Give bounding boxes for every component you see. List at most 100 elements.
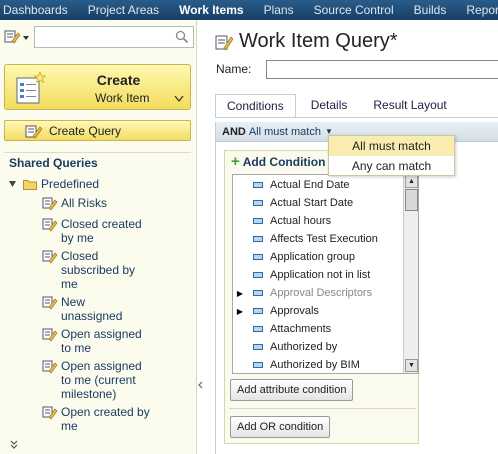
attribute-item[interactable]: Affects Test Execution bbox=[233, 230, 403, 248]
dropdown-option-any-can-match[interactable]: Any can match bbox=[329, 156, 454, 176]
query-label: Closed subscribed by me bbox=[61, 249, 136, 291]
attribute-icon bbox=[253, 344, 263, 350]
add-condition-label: Add Condition bbox=[242, 155, 326, 169]
attribute-label: Application group bbox=[270, 251, 356, 263]
collapse-sidebar-icon[interactable] bbox=[197, 378, 205, 392]
name-label: Name: bbox=[216, 62, 252, 76]
scrollbar[interactable]: ▲ ▼ bbox=[403, 175, 418, 373]
attribute-item[interactable]: Attachments bbox=[233, 320, 403, 338]
sidebar: Create Work Item Create Query Shared Que… bbox=[0, 20, 197, 454]
search-input[interactable] bbox=[34, 26, 194, 48]
attribute-item[interactable]: Actual Start Date bbox=[233, 194, 403, 212]
attribute-list[interactable]: ▲ ▼ Actual End Date Actual Start Date Actu… bbox=[232, 174, 419, 374]
shared-queries-heading: Shared Queries bbox=[9, 156, 98, 170]
nav-plans[interactable]: Plans bbox=[264, 3, 302, 17]
divider bbox=[4, 152, 191, 153]
attribute-item[interactable]: Actual hours bbox=[233, 212, 403, 230]
attribute-icon bbox=[253, 290, 263, 296]
attribute-icon bbox=[253, 272, 263, 278]
query-icon bbox=[42, 406, 58, 420]
create-title: Create bbox=[96, 72, 141, 88]
attribute-item[interactable]: ▶ Approvals bbox=[233, 302, 403, 320]
scroll-thumb[interactable] bbox=[405, 189, 418, 211]
query-label: Open assigned to me bbox=[61, 327, 142, 355]
attribute-item[interactable]: Authorized by bbox=[233, 338, 403, 356]
tab-conditions[interactable]: Conditions bbox=[215, 94, 296, 118]
page-title: Work Item Query* bbox=[239, 30, 398, 52]
nav-work-items[interactable]: Work Items bbox=[179, 3, 251, 17]
attribute-item[interactable]: Application not in list bbox=[233, 266, 403, 284]
add-attribute-condition-button[interactable]: Add attribute condition bbox=[230, 379, 354, 401]
attribute-label: Actual hours bbox=[270, 215, 332, 227]
search-icon[interactable] bbox=[175, 30, 189, 44]
attribute-label: Affects Test Execution bbox=[270, 233, 378, 245]
chevron-down-icon[interactable] bbox=[174, 95, 184, 103]
attribute-item[interactable]: Application group bbox=[233, 248, 403, 266]
page-title-row: Work Item Query* bbox=[215, 30, 398, 53]
tree-root-predefined[interactable]: Predefined bbox=[9, 177, 99, 191]
attribute-icon bbox=[253, 200, 263, 206]
query-item[interactable]: Open created by me bbox=[42, 405, 156, 433]
folder-icon bbox=[23, 179, 37, 190]
nav-reports[interactable]: Reports bbox=[466, 3, 498, 17]
nav-dashboards[interactable]: Dashboards bbox=[3, 3, 76, 17]
expand-arrow-icon[interactable]: ▶ bbox=[233, 289, 247, 298]
query-icon bbox=[42, 197, 58, 211]
attribute-label: Application not in list bbox=[270, 269, 371, 281]
condition-editor: + Add Condition ▲ ▼ Actual End Date Actua… bbox=[224, 150, 419, 444]
plus-icon: + bbox=[231, 153, 240, 170]
attribute-icon bbox=[253, 308, 263, 314]
chevron-down-icon bbox=[23, 36, 29, 40]
expand-arrow-icon[interactable]: ▶ bbox=[233, 307, 247, 316]
attribute-item[interactable]: ▶ Approval Descriptors bbox=[233, 284, 403, 302]
attribute-label: Actual Start Date bbox=[270, 197, 354, 209]
search-scope-menu[interactable] bbox=[4, 28, 32, 46]
query-label: Open assigned to me (current milestone) bbox=[61, 359, 142, 401]
attribute-label: Approval Descriptors bbox=[270, 287, 373, 299]
nav-project-areas[interactable]: Project Areas bbox=[88, 3, 167, 17]
attribute-label: Actual End Date bbox=[270, 179, 350, 191]
attribute-label: Approvals bbox=[270, 305, 319, 317]
query-item[interactable]: All Risks bbox=[42, 196, 181, 211]
dropdown-option-all-must-match[interactable]: All must match bbox=[329, 136, 454, 156]
add-or-condition-button[interactable]: Add OR condition bbox=[230, 416, 331, 438]
tab-details[interactable]: Details bbox=[300, 94, 359, 118]
query-item[interactable]: Closed subscribed by me bbox=[42, 249, 143, 291]
name-field[interactable] bbox=[266, 60, 498, 79]
create-subtitle: Work Item bbox=[95, 91, 150, 105]
query-label: Closed created by me bbox=[61, 217, 142, 245]
create-work-item-button[interactable]: Create Work Item bbox=[4, 64, 191, 110]
match-mode-selector[interactable]: All must match bbox=[249, 126, 321, 138]
tab-bar: Conditions Details Result Layout bbox=[215, 94, 462, 118]
query-icon bbox=[42, 218, 58, 232]
nav-source-control[interactable]: Source Control bbox=[314, 3, 402, 17]
scroll-down-button[interactable]: ▼ bbox=[405, 359, 418, 372]
attribute-item[interactable]: Authorized by BIM bbox=[233, 356, 403, 373]
query-item[interactable]: New unassigned bbox=[42, 295, 131, 323]
query-item[interactable]: Open assigned to me (current milestone) bbox=[42, 359, 151, 401]
attribute-icon bbox=[253, 182, 263, 188]
attribute-label: Authorized by bbox=[270, 341, 338, 353]
nav-builds[interactable]: Builds bbox=[414, 3, 455, 17]
expand-more-icon[interactable] bbox=[9, 440, 19, 450]
query-icon bbox=[25, 125, 43, 138]
attribute-icon bbox=[253, 362, 263, 368]
create-query-button[interactable]: Create Query bbox=[4, 120, 191, 141]
attribute-item[interactable]: Actual End Date bbox=[233, 176, 403, 194]
attribute-icon bbox=[253, 218, 263, 224]
scroll-up-button[interactable]: ▲ bbox=[405, 175, 418, 188]
query-label: All Risks bbox=[61, 196, 108, 210]
attribute-label: Authorized by BIM bbox=[270, 359, 360, 371]
add-condition-link[interactable]: + Add Condition bbox=[231, 153, 326, 170]
create-query-label: Create Query bbox=[49, 123, 122, 138]
query-item[interactable]: Open assigned to me bbox=[42, 327, 151, 355]
tab-divider bbox=[215, 117, 498, 118]
query-item[interactable]: Closed created by me bbox=[42, 217, 151, 245]
tree-collapse-icon[interactable] bbox=[9, 180, 17, 188]
query-icon bbox=[42, 360, 58, 374]
query-icon bbox=[215, 35, 234, 50]
match-mode-dropdown: All must match Any can match bbox=[328, 135, 455, 176]
tab-result-layout[interactable]: Result Layout bbox=[362, 94, 457, 118]
query-icon bbox=[42, 250, 58, 264]
attribute-label: Attachments bbox=[270, 323, 332, 335]
